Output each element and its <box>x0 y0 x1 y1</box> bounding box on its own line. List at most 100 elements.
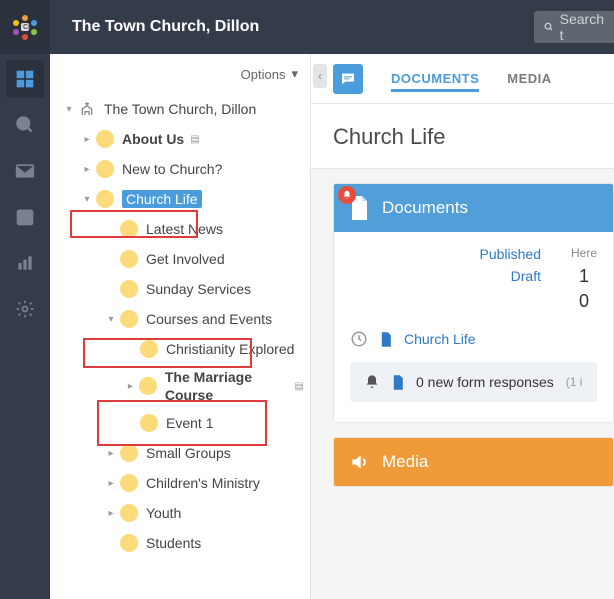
gear-icon <box>15 299 35 319</box>
nav-dashboard[interactable] <box>6 60 44 98</box>
tree-item-latest-news[interactable]: Latest News <box>56 214 304 244</box>
alert-badge <box>338 186 356 204</box>
nav-mail[interactable] <box>6 152 44 190</box>
search-icon <box>544 20 554 34</box>
tree-item-church-life[interactable]: ▾ Church Life <box>56 184 304 214</box>
mail-icon <box>15 163 35 179</box>
bell-icon <box>364 374 380 390</box>
svg-text:Ci: Ci <box>23 24 30 31</box>
tree-item-childrens-ministry[interactable]: ▸ Children's Ministry <box>56 468 304 498</box>
content-tabs: DOCUMENTS MEDIA <box>311 54 614 104</box>
folder-icon <box>120 534 138 552</box>
church-icon <box>78 101 96 117</box>
draft-here-value: 0 <box>571 291 597 312</box>
tab-overview-icon[interactable] <box>333 64 363 94</box>
folder-icon <box>96 130 114 148</box>
tree-item-sunday-services[interactable]: Sunday Services <box>56 274 304 304</box>
folder-icon <box>120 474 138 492</box>
search-input[interactable]: Search t <box>534 11 614 43</box>
nav-settings[interactable] <box>6 290 44 328</box>
folder-icon <box>96 190 114 208</box>
main: Options ▾ ▾ The Town Church, Dillon ▸ Ab… <box>0 54 614 599</box>
file-icon <box>380 332 392 347</box>
caret-right-icon: ▸ <box>126 381 135 392</box>
tree-root-label: The Town Church, Dillon <box>104 101 256 117</box>
documents-panel-body: Published Draft Here 1 0 Church Life <box>334 232 613 422</box>
topbar: Ci The Town Church, Dillon Search t <box>0 0 614 54</box>
page-org-title: The Town Church, Dillon <box>50 18 534 36</box>
published-here-value: 1 <box>571 266 597 287</box>
draft-link[interactable]: Draft <box>479 268 541 284</box>
folder-icon <box>120 250 138 268</box>
tree-item-about[interactable]: ▸ About Us ▤ <box>56 124 304 154</box>
tree-root[interactable]: ▾ The Town Church, Dillon <box>56 94 304 124</box>
folder-icon <box>96 160 114 178</box>
caret-right-icon: ▸ <box>106 478 116 489</box>
media-panel: Media <box>333 437 614 487</box>
folder-icon <box>120 280 138 298</box>
nav-stats[interactable] <box>6 244 44 282</box>
nav-search[interactable] <box>6 106 44 144</box>
tree-item-new-to-church[interactable]: ▸ New to Church? <box>56 154 304 184</box>
tab-media[interactable]: MEDIA <box>507 71 551 86</box>
folder-icon <box>140 414 158 432</box>
caret-right-icon: ▸ <box>82 164 92 175</box>
options-label: Options <box>241 67 286 82</box>
folder-icon <box>139 377 157 395</box>
tree-options[interactable]: Options ▾ <box>50 54 310 94</box>
chart-icon <box>15 253 35 273</box>
caret-down-icon: ▾ <box>106 314 116 325</box>
search-icon <box>15 115 35 135</box>
tree-item-event-1[interactable]: Event 1 <box>56 408 304 438</box>
folder-icon <box>140 340 158 358</box>
caret-right-icon: ▸ <box>82 134 92 145</box>
sidebar-collapse-handle[interactable]: ‹ <box>313 64 327 88</box>
search-placeholder: Search t <box>560 11 604 43</box>
chevron-down-icon: ▾ <box>291 66 298 82</box>
message-icon <box>340 71 356 87</box>
file-icon <box>392 375 404 390</box>
media-panel-title: Media <box>382 452 428 472</box>
tab-documents[interactable]: DOCUMENTS <box>391 71 479 92</box>
bell-icon <box>342 190 352 200</box>
documents-panel-header: Documents <box>334 184 613 232</box>
speaker-icon <box>348 449 370 475</box>
form-responses-muted: (1 i <box>566 375 583 389</box>
recent-document-label: Church Life <box>404 331 476 347</box>
nav-calendar[interactable] <box>6 198 44 236</box>
tree-item-courses-events[interactable]: ▾ Courses and Events <box>56 304 304 334</box>
tree: ▾ The Town Church, Dillon ▸ About Us ▤ ▸… <box>50 94 310 558</box>
form-responses-text: 0 new form responses <box>416 374 554 390</box>
note-icon: ▤ <box>295 381 304 392</box>
caret-down-icon: ▾ <box>82 194 92 205</box>
folder-icon <box>120 310 138 328</box>
here-header: Here <box>571 246 597 260</box>
recent-document-row[interactable]: Church Life <box>350 330 597 348</box>
documents-panel-title: Documents <box>382 198 468 218</box>
tree-sidebar: Options ▾ ▾ The Town Church, Dillon ▸ Ab… <box>50 54 311 599</box>
caret-right-icon: ▸ <box>106 508 116 519</box>
app-logo[interactable]: Ci <box>0 0 50 54</box>
folder-icon <box>120 504 138 522</box>
tree-item-small-groups[interactable]: ▸ Small Groups <box>56 438 304 468</box>
caret-down-icon: ▾ <box>64 104 74 115</box>
form-responses-row[interactable]: 0 new form responses (1 i <box>350 362 597 402</box>
tree-item-students[interactable]: Students <box>56 528 304 558</box>
caret-right-icon: ▸ <box>106 448 116 459</box>
media-panel-header: Media <box>334 438 613 486</box>
documents-panel: Documents Published Draft Here 1 0 <box>333 183 614 423</box>
folder-icon <box>120 444 138 462</box>
note-icon: ▤ <box>190 134 199 145</box>
logo-icon: Ci <box>10 12 40 42</box>
tree-item-youth[interactable]: ▸ Youth <box>56 498 304 528</box>
tree-item-get-involved[interactable]: Get Involved <box>56 244 304 274</box>
tree-item-marriage-course[interactable]: ▸ The Marriage Course ▤ <box>56 364 304 408</box>
content-area: ‹ DOCUMENTS MEDIA Church Life Documents <box>311 54 614 599</box>
folder-icon <box>120 220 138 238</box>
calendar-check-icon <box>15 207 35 227</box>
page-title: Church Life <box>311 104 614 169</box>
tree-item-christianity-explored[interactable]: Christianity Explored <box>56 334 304 364</box>
nav-strip <box>0 54 50 599</box>
published-link[interactable]: Published <box>479 246 541 262</box>
grid-icon <box>15 69 35 89</box>
